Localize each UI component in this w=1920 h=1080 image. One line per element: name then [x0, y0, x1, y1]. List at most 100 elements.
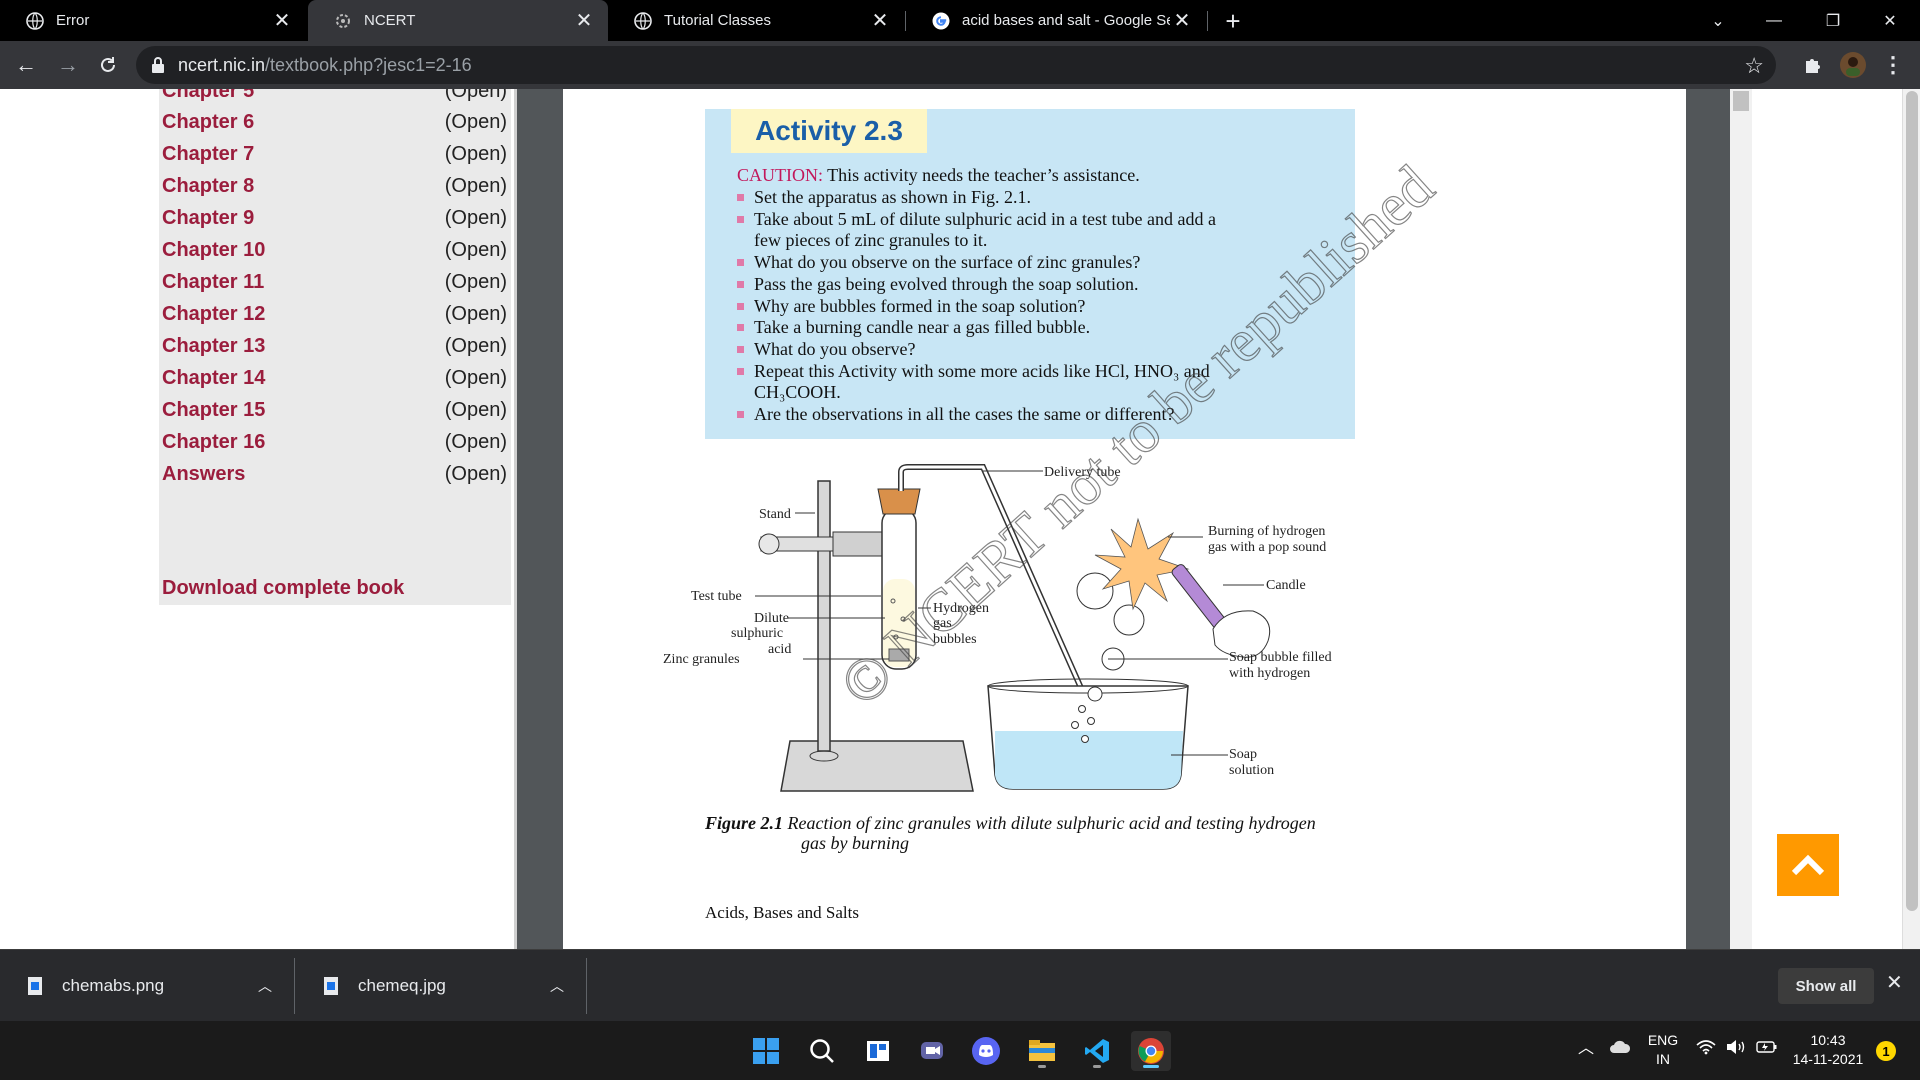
page-scrollbar[interactable]: [1902, 89, 1920, 949]
chapter-link[interactable]: Chapter 13 (Open): [162, 330, 511, 362]
scroll-thumb[interactable]: [1733, 91, 1749, 111]
tab-google-search[interactable]: acid bases and salt - Google Sear ✕: [906, 0, 1206, 41]
open-link[interactable]: (Open): [445, 367, 507, 390]
chapter-name[interactable]: Answers: [162, 463, 245, 486]
chrome-icon[interactable]: [1131, 1031, 1171, 1071]
chapter-link[interactable]: Chapter 12 (Open): [162, 298, 511, 330]
chapter-name[interactable]: Chapter 16: [162, 431, 265, 454]
reload-button[interactable]: [92, 49, 124, 81]
battery-icon[interactable]: [1756, 1040, 1778, 1059]
open-link[interactable]: (Open): [445, 175, 507, 198]
close-icon[interactable]: ✕: [1886, 970, 1903, 995]
minimize-button[interactable]: —: [1746, 0, 1802, 41]
tab-ncert[interactable]: NCERT ✕: [308, 0, 608, 41]
chapter-link[interactable]: Chapter 10 (Open): [162, 234, 511, 266]
pdf-scrollbar[interactable]: [1730, 89, 1752, 949]
chevron-up-icon[interactable]: ︿: [550, 976, 564, 996]
widgets-icon[interactable]: [858, 1031, 898, 1071]
discord-icon[interactable]: [966, 1031, 1006, 1071]
show-hidden-icons-button[interactable]: ︿: [1578, 1039, 1594, 1058]
extensions-button[interactable]: [1798, 50, 1828, 80]
open-link[interactable]: (Open): [445, 207, 507, 230]
chapter-name[interactable]: Chapter 7: [162, 143, 254, 166]
chapter-name[interactable]: Chapter 13: [162, 335, 265, 358]
chapter-name[interactable]: Chapter 14: [162, 367, 265, 390]
close-window-button[interactable]: ✕: [1862, 0, 1918, 41]
chapter-name[interactable]: Chapter 9: [162, 207, 254, 230]
open-link[interactable]: (Open): [445, 239, 507, 262]
download-item[interactable]: chemabs.png ︿: [0, 950, 292, 1022]
chapter-link[interactable]: Chapter 8 (Open): [162, 170, 511, 202]
open-link[interactable]: (Open): [445, 463, 507, 486]
file-explorer-icon[interactable]: [1022, 1031, 1062, 1071]
scroll-to-top-button[interactable]: [1777, 834, 1839, 896]
wifi-icon[interactable]: [1696, 1039, 1716, 1060]
tab-error[interactable]: Error ✕: [0, 0, 306, 41]
restore-button[interactable]: ❐: [1805, 0, 1861, 41]
download-complete-book-link[interactable]: Download complete book: [162, 577, 404, 600]
tab-title: NCERT: [364, 12, 416, 29]
chapter-name[interactable]: Chapter 15: [162, 399, 265, 422]
download-item[interactable]: chemeq.jpg ︿: [296, 950, 586, 1022]
profile-avatar[interactable]: [1838, 50, 1868, 80]
show-all-button[interactable]: Show all: [1778, 968, 1874, 1004]
stand-rod: [817, 480, 831, 752]
chapter-link[interactable]: Chapter 5 (Open): [162, 89, 511, 107]
chapter-name[interactable]: Chapter 5: [162, 89, 254, 103]
notification-badge[interactable]: 1: [1876, 1041, 1896, 1061]
region-code: IN: [1656, 1051, 1670, 1067]
chapter-name[interactable]: Chapter 12: [162, 303, 265, 326]
forward-button[interactable]: →: [52, 49, 84, 81]
chapter-link[interactable]: Answers: [162, 490, 511, 522]
tab-search-button[interactable]: ⌄: [1690, 0, 1746, 41]
chapter-link[interactable]: Chapter 6 (Open): [162, 106, 511, 138]
close-icon[interactable]: ✕: [868, 9, 892, 33]
open-link[interactable]: (Open): [445, 303, 507, 326]
search-icon[interactable]: [802, 1031, 842, 1071]
chapter-name[interactable]: Chapter 6: [162, 111, 254, 134]
teams-chat-icon[interactable]: [912, 1031, 952, 1071]
new-tab-button[interactable]: +: [1218, 6, 1248, 36]
language-indicator[interactable]: ENG IN: [1646, 1031, 1680, 1069]
open-link[interactable]: (Open): [445, 431, 507, 454]
browser-menu-button[interactable]: ⋮: [1878, 50, 1908, 80]
volume-icon[interactable]: [1725, 1039, 1747, 1060]
close-icon[interactable]: ✕: [572, 9, 596, 33]
running-indicator: [1143, 1065, 1159, 1068]
open-link[interactable]: (Open): [445, 335, 507, 358]
close-icon[interactable]: ✕: [1170, 9, 1194, 33]
windows-taskbar: ︿ ENG IN 10:43 14-11-2021 1: [0, 1021, 1920, 1080]
bookmark-star-icon[interactable]: ☆: [1744, 53, 1764, 79]
chevron-up-icon[interactable]: ︿: [258, 976, 272, 996]
clock[interactable]: 10:43 14-11-2021: [1790, 1031, 1866, 1069]
scroll-thumb[interactable]: [1906, 91, 1918, 911]
chapter-link[interactable]: Chapter 7 (Open): [162, 138, 511, 170]
windows-start-icon[interactable]: [746, 1031, 786, 1071]
cork: [877, 488, 921, 515]
address-bar[interactable]: ncert.nic.in/textbook.php?jesc1=2-16 ☆: [136, 46, 1776, 84]
label-dilute-acid: sulphuric: [731, 626, 783, 641]
pdf-viewer-gutter: [1686, 89, 1730, 949]
gas-bubble: [1071, 721, 1079, 729]
open-link[interactable]: (Open): [445, 143, 507, 166]
open-link[interactable]: (Open): [445, 399, 507, 422]
close-icon[interactable]: ✕: [270, 9, 294, 33]
chapter-link[interactable]: Chapter 16 (Open): [162, 426, 511, 458]
chapter-link[interactable]: Chapter 9 (Open): [162, 202, 511, 234]
open-link[interactable]: (Open): [445, 271, 507, 294]
chapter-name[interactable]: Chapter 11: [162, 271, 264, 294]
label-stand: Stand: [759, 507, 791, 522]
chapter-name[interactable]: Chapter 10: [162, 239, 265, 262]
back-button[interactable]: ←: [10, 49, 42, 81]
open-link[interactable]: (Open): [445, 89, 507, 103]
chapter-link[interactable]: Chapter 11 (Open): [162, 266, 511, 298]
open-link[interactable]: (Open): [445, 111, 507, 134]
chapter-link[interactable]: Answers (Open): [162, 458, 511, 490]
chapter-name[interactable]: Chapter 8: [162, 175, 254, 198]
chapter-link[interactable]: Chapter 14 (Open): [162, 362, 511, 394]
chapter-link[interactable]: Chapter 15 (Open): [162, 394, 511, 426]
cloud-icon[interactable]: [1609, 1039, 1631, 1060]
label-soap-solution: solution: [1229, 763, 1274, 778]
vscode-icon[interactable]: [1077, 1031, 1117, 1071]
tab-tutorial-classes[interactable]: Tutorial Classes ✕: [608, 0, 904, 41]
